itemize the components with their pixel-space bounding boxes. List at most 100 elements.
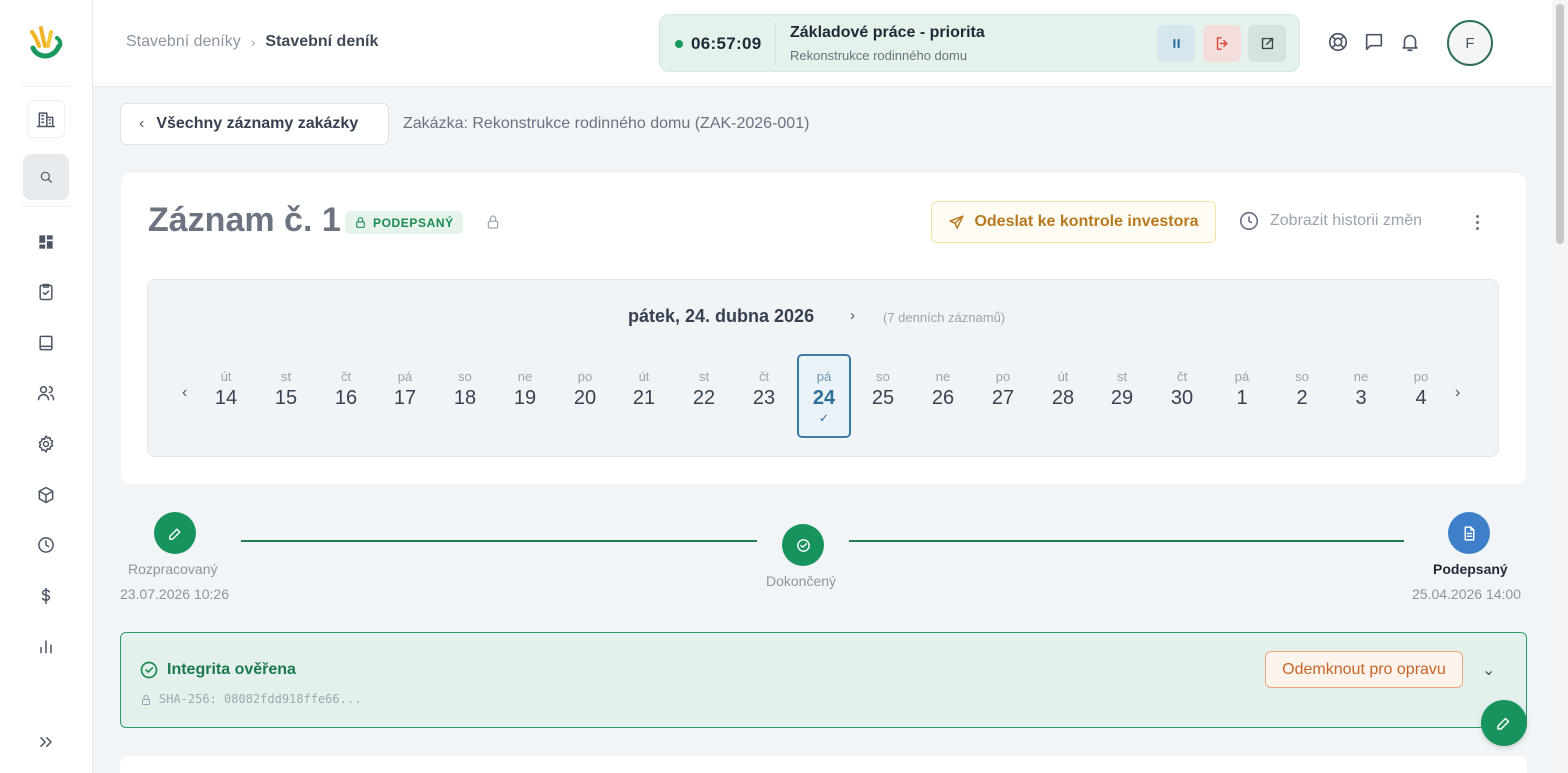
day-selected[interactable]: pá 24 ✓ xyxy=(797,354,851,438)
step-label-draft: Rozpracovaný xyxy=(128,561,218,577)
day-item[interactable]: ne 3 xyxy=(1334,354,1388,438)
day-of-week: st xyxy=(280,369,292,384)
day-of-week: so xyxy=(1295,369,1309,384)
expand-integrity-button[interactable]: ⌄ xyxy=(1482,660,1495,680)
send-icon xyxy=(949,214,965,229)
day-item[interactable]: po 27 xyxy=(976,354,1030,438)
clock-icon xyxy=(1239,211,1259,231)
step-date-draft: 23.07.2026 10:26 xyxy=(120,586,229,602)
pause-timer-button[interactable] xyxy=(1157,25,1195,62)
back-to-records-button[interactable]: ‹ Všechny záznamy zakázky xyxy=(120,103,389,145)
timer-time: 06:57:09 xyxy=(691,34,762,53)
day-item[interactable]: st 22 xyxy=(677,354,731,438)
day-item[interactable]: st 15 xyxy=(259,354,313,438)
status-badge-label: PODEPSANÝ xyxy=(373,215,454,230)
step-draft-icon xyxy=(154,512,196,554)
day-number: 4 xyxy=(1415,387,1427,409)
step-signed-icon xyxy=(1448,512,1490,554)
timer-task-title[interactable]: Základové práce - priorita xyxy=(790,24,985,42)
day-of-week: pá xyxy=(397,369,413,384)
chevron-left-icon: ‹ xyxy=(139,115,145,132)
sidebar-item-time[interactable] xyxy=(23,522,69,568)
sidebar-item-tasks[interactable] xyxy=(23,269,69,315)
clipboard-check-icon xyxy=(39,283,53,301)
breadcrumb-parent[interactable]: Stavební deníky xyxy=(126,33,241,51)
day-item[interactable]: so 25 xyxy=(856,354,910,438)
day-of-week: st xyxy=(698,369,710,384)
sidebar-item-search[interactable] xyxy=(23,154,69,200)
day-item[interactable]: ne 26 xyxy=(916,354,970,438)
sidebar-item-reports[interactable] xyxy=(23,623,69,669)
dot-icon xyxy=(1475,214,1479,218)
day-item[interactable]: so 2 xyxy=(1275,354,1329,438)
day-item[interactable]: čt 30 xyxy=(1155,354,1209,438)
notifications-button[interactable] xyxy=(1399,31,1423,55)
lock-icon xyxy=(356,217,365,228)
check-circle-icon xyxy=(139,660,159,680)
bar-chart-icon xyxy=(40,640,52,654)
sidebar-item-users[interactable] xyxy=(23,370,69,416)
day-item[interactable]: út 28 xyxy=(1036,354,1090,438)
prev-days-button[interactable]: ‹ xyxy=(182,384,187,402)
user-avatar[interactable]: F xyxy=(1447,20,1493,66)
day-of-week: út xyxy=(638,369,650,384)
top-header: Stavební deníky › Stavební deník 06:57:0… xyxy=(93,0,1552,87)
sidebar-item-diary[interactable] xyxy=(23,320,69,366)
day-item[interactable]: so 18 xyxy=(438,354,492,438)
messages-button[interactable] xyxy=(1363,31,1387,55)
day-number: 26 xyxy=(931,387,955,409)
date-navigator: pátek, 24. dubna 2026 › (7 denních zázna… xyxy=(147,279,1499,457)
step-date-signed: 25.04.2026 14:00 xyxy=(1412,586,1521,602)
day-number: 17 xyxy=(393,387,417,409)
sidebar-expand-button[interactable] xyxy=(23,719,69,765)
sidebar-item-finance[interactable] xyxy=(23,573,69,619)
scrollbar-thumb[interactable] xyxy=(1556,4,1564,244)
day-number: 30 xyxy=(1170,387,1194,409)
pencil-icon xyxy=(1497,717,1510,730)
day-of-week: út xyxy=(220,369,232,384)
open-timer-button[interactable] xyxy=(1248,25,1286,62)
app-logo-icon[interactable] xyxy=(27,24,65,64)
day-of-week: čt xyxy=(340,369,352,384)
building-icon xyxy=(36,112,56,128)
lifebuoy-icon xyxy=(1328,32,1348,52)
sidebar-item-dashboard[interactable] xyxy=(23,219,69,265)
send-to-investor-button[interactable]: Odeslat ke kontrole investora xyxy=(931,201,1216,243)
sidebar-item-settings[interactable] xyxy=(23,421,69,467)
page-scrollbar[interactable] xyxy=(1552,0,1568,773)
day-number: 29 xyxy=(1110,387,1134,409)
show-history-button[interactable]: Zobrazit historii změn xyxy=(1238,210,1422,232)
day-item[interactable]: st 29 xyxy=(1095,354,1149,438)
unlock-for-correction-button[interactable]: Odemknout pro opravu xyxy=(1265,651,1463,688)
day-item[interactable]: po 20 xyxy=(558,354,612,438)
day-item[interactable]: pá 17 xyxy=(378,354,432,438)
stop-timer-button[interactable] xyxy=(1203,25,1241,62)
active-timer-panel: 06:57:09 Základové práce - priorita Reko… xyxy=(659,14,1300,72)
day-item[interactable]: pá 1 xyxy=(1215,354,1269,438)
sidebar-item-company[interactable] xyxy=(27,100,65,138)
day-of-week: pá xyxy=(1234,369,1250,384)
next-days-button[interactable]: › xyxy=(1455,384,1460,402)
breadcrumb-current: Stavební deník xyxy=(265,33,379,50)
day-item[interactable]: ne 19 xyxy=(498,354,552,438)
locked-indicator-icon xyxy=(485,214,501,230)
day-item[interactable]: čt 23 xyxy=(737,354,791,438)
sidebar-item-materials[interactable] xyxy=(23,472,69,518)
day-number: 2 xyxy=(1296,387,1308,409)
edit-fab-button[interactable] xyxy=(1481,700,1527,746)
help-button[interactable] xyxy=(1327,31,1351,55)
day-number: 25 xyxy=(871,387,895,409)
day-item[interactable]: út 14 xyxy=(199,354,253,438)
day-number: 27 xyxy=(991,387,1015,409)
sidebar-divider xyxy=(22,86,70,87)
day-item[interactable]: po 4 xyxy=(1394,354,1448,438)
day-item[interactable]: čt 16 xyxy=(319,354,373,438)
bell-icon xyxy=(1402,34,1418,52)
send-button-label: Odeslat ke kontrole investora xyxy=(974,213,1199,230)
chevron-right-icon[interactable]: › xyxy=(850,307,855,324)
integrity-panel: Integrita ověřena SHA-256: 08082fdd918ff… xyxy=(120,632,1527,728)
more-options-button[interactable] xyxy=(1469,211,1485,233)
step-connector xyxy=(849,540,1404,542)
day-item[interactable]: út 21 xyxy=(617,354,671,438)
day-of-week: čt xyxy=(758,369,770,384)
